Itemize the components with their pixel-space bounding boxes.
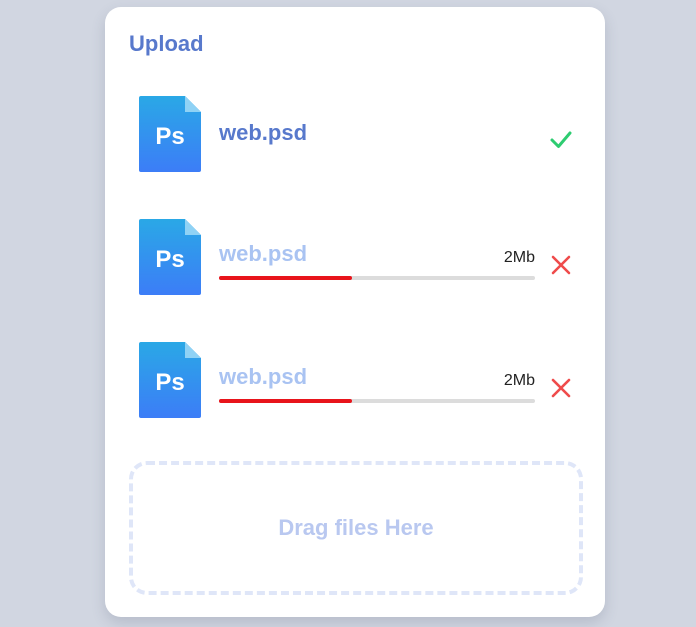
file-size: 2Mb <box>503 372 535 389</box>
file-item: Ps web.psd 2Mb <box>105 219 605 299</box>
file-name: web.psd <box>219 241 308 266</box>
progress-bar <box>219 276 535 280</box>
upload-title: Upload <box>129 31 204 56</box>
photoshop-file-icon: Ps <box>139 96 201 172</box>
file-icon-label: Ps <box>155 123 184 150</box>
close-icon[interactable] <box>549 376 573 400</box>
file-size: 2Mb <box>503 249 535 266</box>
check-icon <box>550 131 572 148</box>
progress-fill <box>219 276 352 280</box>
close-icon[interactable] <box>549 253 573 277</box>
photoshop-file-icon: Ps <box>139 342 201 418</box>
photoshop-file-icon: Ps <box>139 219 201 295</box>
file-name: web.psd <box>219 120 308 145</box>
file-name: web.psd <box>219 364 308 389</box>
upload-card: Upload Ps web.psd Ps web.psd 2Mb Ps web.… <box>105 7 605 617</box>
drop-zone[interactable]: Drag files Here <box>129 461 583 595</box>
drop-zone-label: Drag files Here <box>278 515 434 540</box>
file-item: Ps web.psd <box>105 96 605 176</box>
file-icon-label: Ps <box>155 246 184 273</box>
progress-fill <box>219 399 352 403</box>
file-item: Ps web.psd 2Mb <box>105 342 605 422</box>
progress-bar <box>219 399 535 403</box>
file-icon-label: Ps <box>155 369 184 396</box>
